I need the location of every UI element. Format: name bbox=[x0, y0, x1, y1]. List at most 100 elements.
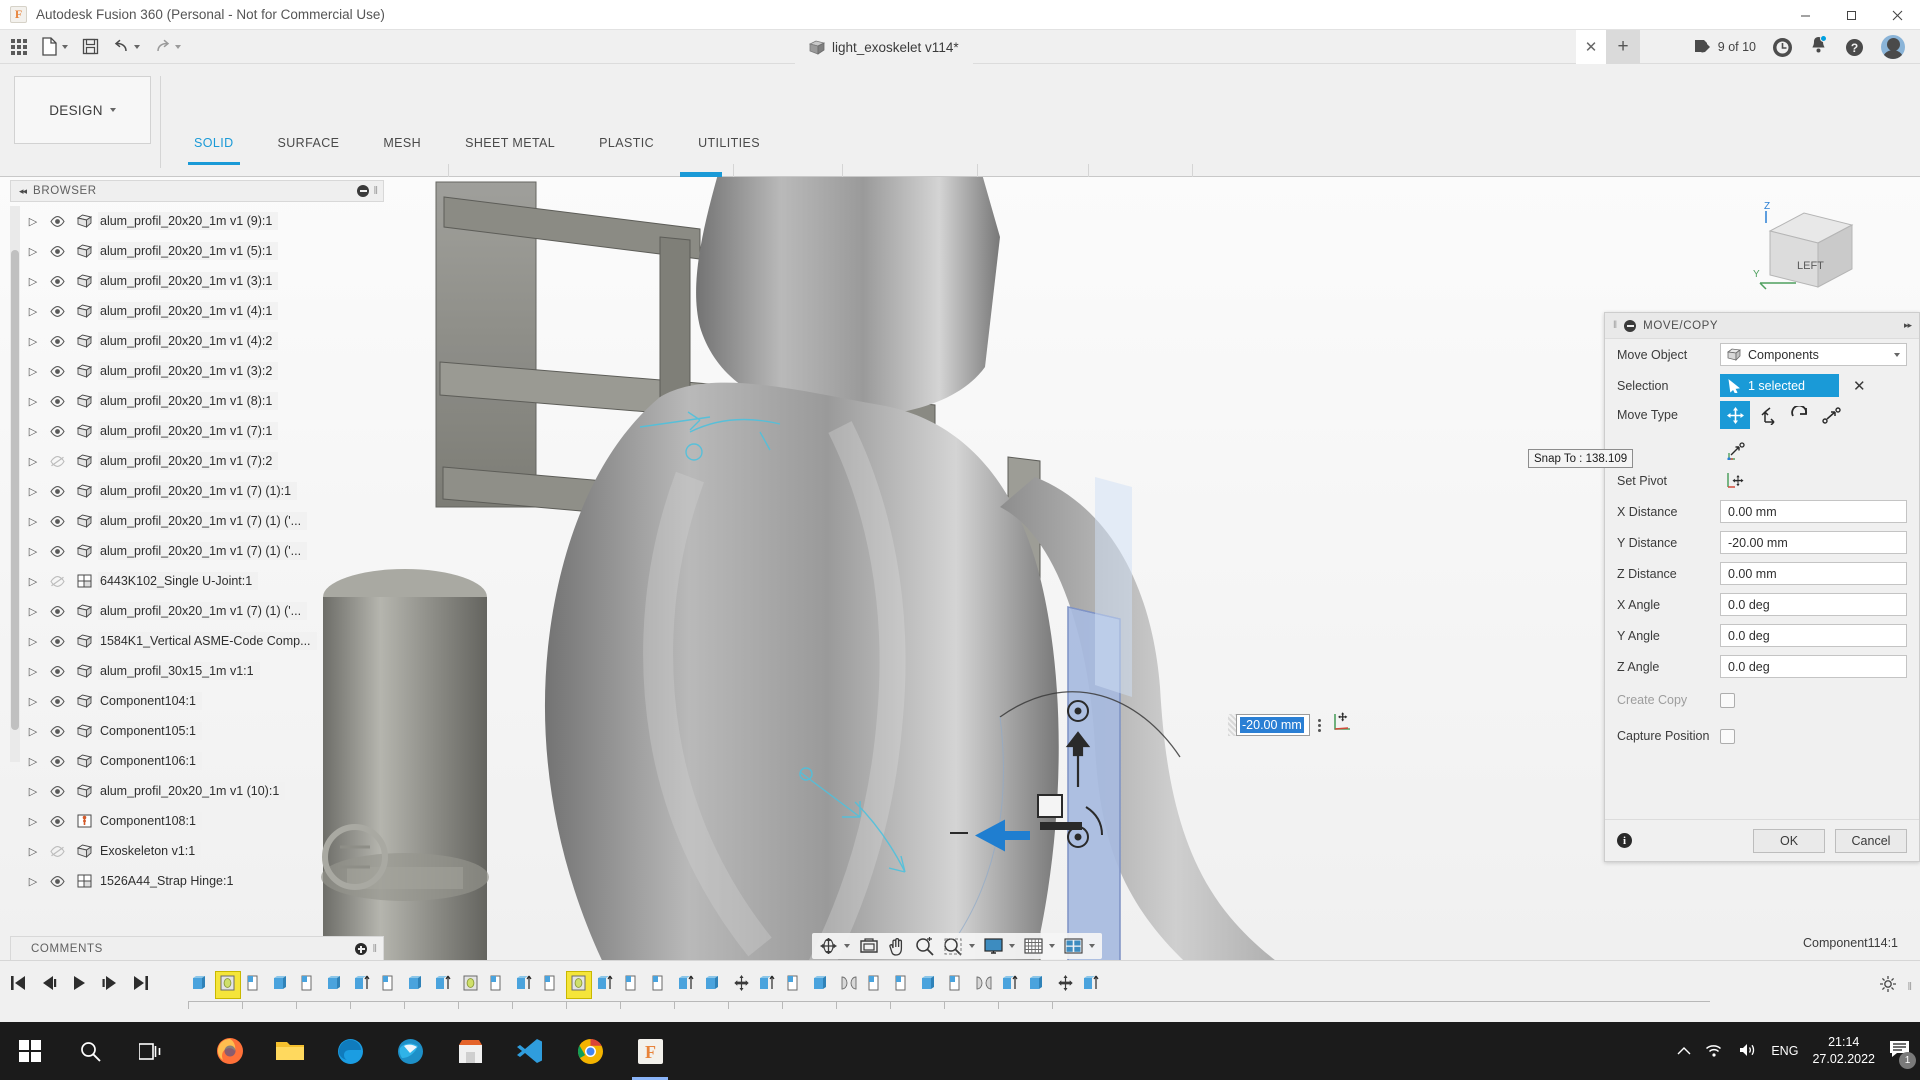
browser-tree-item[interactable]: ▷ 1584K1_Vertical ASME-Code Comp... bbox=[22, 626, 384, 656]
dialog-header[interactable]: ‖ MOVE/COPY ▸▸ bbox=[1605, 313, 1919, 339]
timeline-feature[interactable] bbox=[782, 971, 808, 999]
chevron-down-icon[interactable] bbox=[1089, 944, 1095, 948]
chevron-up-icon[interactable] bbox=[1677, 1043, 1691, 1059]
clear-selection-button[interactable]: ✕ bbox=[1853, 377, 1866, 395]
free-move-icon[interactable] bbox=[1720, 401, 1750, 429]
eye-visible-icon[interactable] bbox=[44, 275, 70, 287]
go-to-end-icon[interactable] bbox=[132, 975, 149, 996]
eye-visible-icon[interactable] bbox=[44, 245, 70, 257]
dimension-input-group[interactable]: -20.00 mm bbox=[1228, 712, 1353, 738]
expand-arrow-icon[interactable]: ▷ bbox=[22, 605, 44, 618]
browser-tree-item[interactable]: ▷ alum_profil_20x20_1m v1 (7) (1) ('... bbox=[22, 536, 384, 566]
document-tab[interactable]: light_exoskelet v114* bbox=[795, 30, 973, 64]
chevron-down-icon[interactable] bbox=[969, 944, 975, 948]
grid-snaps-icon[interactable] bbox=[1021, 935, 1058, 957]
grip-icon[interactable]: ‖ bbox=[372, 943, 377, 955]
cancel-button[interactable]: Cancel bbox=[1835, 828, 1907, 853]
info-icon[interactable]: i bbox=[1617, 833, 1632, 848]
eye-visible-icon[interactable] bbox=[44, 215, 70, 227]
store-icon[interactable] bbox=[440, 1022, 500, 1080]
point-to-position-icon[interactable] bbox=[1720, 436, 1750, 464]
display-settings-icon[interactable] bbox=[981, 935, 1018, 957]
eye-hidden-icon[interactable] bbox=[44, 845, 70, 857]
file-explorer-icon[interactable] bbox=[260, 1022, 320, 1080]
browser-tree-item[interactable]: ▷ 6443K102_Single U-Joint:1 bbox=[22, 566, 384, 596]
timeline-feature[interactable] bbox=[566, 971, 592, 999]
grip-icon[interactable]: ‖ bbox=[1613, 320, 1617, 331]
eye-visible-icon[interactable] bbox=[44, 785, 70, 797]
firefox-icon[interactable] bbox=[200, 1022, 260, 1080]
eye-visible-icon[interactable] bbox=[44, 605, 70, 617]
tab-mesh[interactable]: MESH bbox=[361, 136, 443, 160]
view-cube[interactable]: LEFT Z Y bbox=[1752, 197, 1872, 307]
go-to-start-icon[interactable] bbox=[10, 975, 27, 996]
point-to-point-icon[interactable] bbox=[1816, 401, 1846, 429]
redo-icon[interactable] bbox=[147, 30, 188, 64]
expand-arrow-icon[interactable]: ▷ bbox=[22, 395, 44, 408]
language-indicator[interactable]: ENG bbox=[1771, 1044, 1798, 1058]
expand-arrow-icon[interactable]: ▷ bbox=[22, 635, 44, 648]
windows-start-icon[interactable] bbox=[0, 1022, 60, 1080]
eye-visible-icon[interactable] bbox=[44, 755, 70, 767]
browser-tree-item[interactable]: ▷ alum_profil_20x20_1m v1 (10):1 bbox=[22, 776, 384, 806]
timeline-feature[interactable] bbox=[809, 971, 835, 999]
browser-tree-item[interactable]: ▷ Component106:1 bbox=[22, 746, 384, 776]
expand-arrow-icon[interactable]: ▷ bbox=[22, 755, 44, 768]
minus-circle-icon[interactable] bbox=[357, 185, 370, 197]
timeline-feature[interactable] bbox=[863, 971, 889, 999]
minimize-button[interactable] bbox=[1782, 0, 1828, 30]
history-icon[interactable] bbox=[1766, 30, 1799, 64]
expand-arrow-icon[interactable]: ▷ bbox=[22, 695, 44, 708]
timeline-feature[interactable] bbox=[539, 971, 565, 999]
close-button[interactable] bbox=[1874, 0, 1920, 30]
eye-visible-icon[interactable] bbox=[44, 725, 70, 737]
expand-arrow-icon[interactable]: ▷ bbox=[22, 215, 44, 228]
notifications-icon[interactable] bbox=[1802, 30, 1835, 64]
timeline-feature[interactable] bbox=[296, 971, 322, 999]
browser-tree-item[interactable]: ▷ alum_profil_20x20_1m v1 (3):2 bbox=[22, 356, 384, 386]
chevron-down-icon[interactable] bbox=[1049, 944, 1055, 948]
timeline-feature[interactable] bbox=[701, 971, 727, 999]
timeline-feature[interactable] bbox=[1025, 971, 1051, 999]
expand-arrow-icon[interactable]: ▷ bbox=[22, 575, 44, 588]
timeline-feature[interactable] bbox=[755, 971, 781, 999]
eye-visible-icon[interactable] bbox=[44, 335, 70, 347]
browser-tree-item[interactable]: ▷ alum_profil_20x20_1m v1 (8):1 bbox=[22, 386, 384, 416]
minus-circle-icon[interactable] bbox=[1624, 319, 1637, 332]
wifi-icon[interactable] bbox=[1705, 1042, 1724, 1061]
expand-arrow-icon[interactable]: ▷ bbox=[22, 545, 44, 558]
thunderbird-icon[interactable] bbox=[380, 1022, 440, 1080]
eye-visible-icon[interactable] bbox=[44, 815, 70, 827]
browser-tree-item[interactable]: ▷ Exoskeleton v1:1 bbox=[22, 836, 384, 866]
browser-scrollbar-thumb[interactable] bbox=[11, 250, 19, 730]
selection-button[interactable]: 1 selected bbox=[1720, 374, 1839, 397]
eye-visible-icon[interactable] bbox=[44, 425, 70, 437]
move-object-select[interactable]: Components bbox=[1720, 343, 1907, 366]
timeline-feature[interactable] bbox=[593, 971, 619, 999]
timeline-feature[interactable] bbox=[377, 971, 403, 999]
play-icon[interactable] bbox=[72, 975, 87, 996]
x-angle-input[interactable]: 0.0 deg bbox=[1720, 593, 1907, 616]
viewports-icon[interactable] bbox=[1061, 935, 1098, 957]
grip-icon[interactable]: ‖ bbox=[1907, 981, 1912, 993]
tab-solid[interactable]: SOLID bbox=[172, 136, 256, 165]
maximize-button[interactable] bbox=[1828, 0, 1874, 30]
timeline-feature[interactable] bbox=[998, 971, 1024, 999]
save-icon[interactable] bbox=[75, 30, 106, 64]
expand-arrow-icon[interactable]: ▷ bbox=[22, 665, 44, 678]
eye-visible-icon[interactable] bbox=[44, 365, 70, 377]
timeline-feature[interactable] bbox=[647, 971, 673, 999]
browser-tree-item[interactable]: ▷ alum_profil_20x20_1m v1 (7) (1) ('... bbox=[22, 596, 384, 626]
browser-tree-item[interactable]: ▷ 1526A44_Strap Hinge:1 bbox=[22, 866, 384, 896]
browser-tree-item[interactable]: ▷ alum_profil_20x20_1m v1 (4):1 bbox=[22, 296, 384, 326]
distance-input[interactable]: -20.00 mm bbox=[1236, 714, 1310, 736]
avatar[interactable] bbox=[1874, 30, 1912, 64]
orbit-icon[interactable] bbox=[816, 935, 853, 957]
timeline-feature[interactable] bbox=[917, 971, 943, 999]
step-back-icon[interactable] bbox=[41, 975, 58, 996]
expand-arrow-icon[interactable]: ▷ bbox=[22, 725, 44, 738]
timeline-feature[interactable] bbox=[242, 971, 268, 999]
more-options-icon[interactable] bbox=[1310, 718, 1328, 732]
expand-arrow-icon[interactable]: ▷ bbox=[22, 425, 44, 438]
timeline-feature[interactable] bbox=[323, 971, 349, 999]
